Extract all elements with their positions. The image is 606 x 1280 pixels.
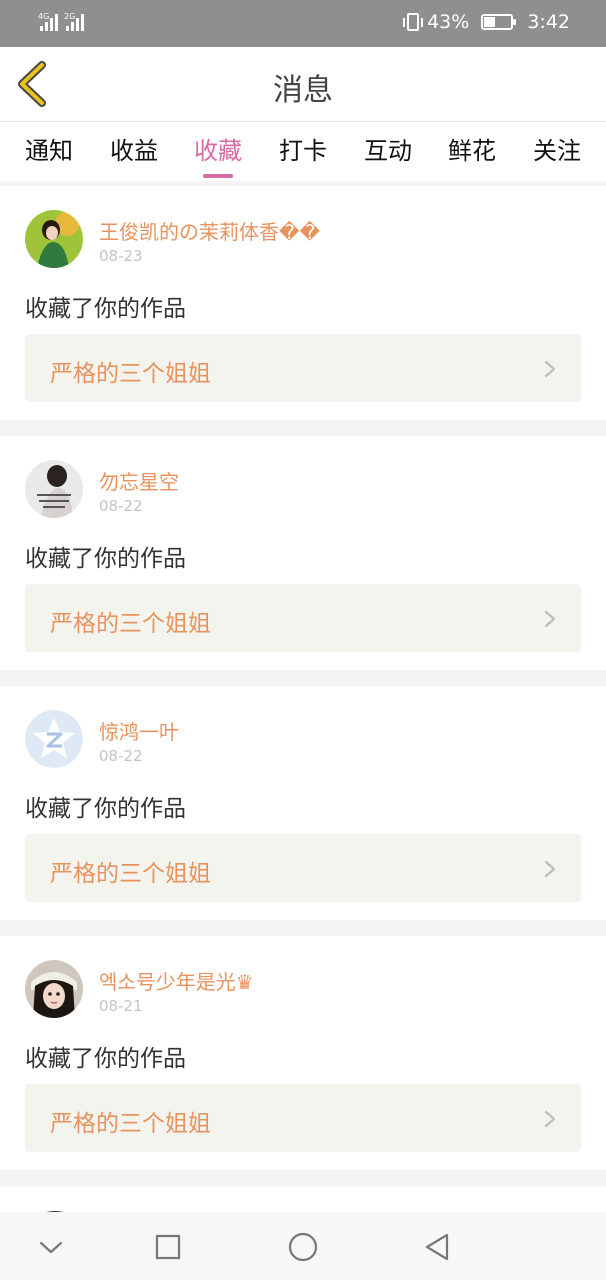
work-link[interactable]: 严格的三个姐姐	[25, 1084, 581, 1152]
work-title: 严格的三个姐姐	[50, 861, 211, 887]
user-name[interactable]: 王俊凯的の茉莉体香��	[99, 216, 320, 245]
network-type-label: 2G	[64, 12, 76, 21]
page-title: 消息	[273, 73, 333, 108]
tab-following[interactable]: 关注	[525, 131, 589, 166]
triangle-back-icon[interactable]	[420, 1230, 454, 1264]
chevron-right-icon	[544, 1110, 556, 1128]
signal-indicators: 4G 2G	[38, 12, 84, 31]
avatar[interactable]	[25, 960, 83, 1018]
signal-icon: 2G	[64, 12, 84, 31]
avatar[interactable]	[25, 460, 83, 518]
work-title: 严格的三个姐姐	[50, 361, 211, 387]
battery-percent: 43%	[427, 11, 470, 33]
system-nav-bar	[0, 1212, 606, 1280]
tab-earnings[interactable]: 收益	[102, 131, 166, 166]
message-card: 엑소号少年是光♛ 08-21 收藏了你的作品 严格的三个姐姐	[0, 936, 606, 1170]
message-action: 收藏了你的作品	[25, 546, 186, 572]
status-right: 43% 3:42	[403, 11, 570, 33]
message-date: 08-22	[99, 747, 143, 765]
avatar[interactable]	[25, 210, 83, 268]
work-link[interactable]: 严格的三个姐姐	[25, 584, 581, 652]
work-link[interactable]: 严格的三个姐姐	[25, 834, 581, 902]
network-type-label: 4G	[38, 12, 50, 21]
square-icon[interactable]	[151, 1230, 185, 1264]
message-action: 收藏了你的作品	[25, 1046, 186, 1072]
user-name[interactable]: 勿忘星空	[99, 466, 179, 495]
message-date: 08-21	[99, 997, 143, 1015]
message-action: 收藏了你的作品	[25, 296, 186, 322]
tab-checkin[interactable]: 打卡	[271, 131, 335, 166]
message-action: 收藏了你的作品	[25, 796, 186, 822]
signal-icon: 4G	[38, 12, 58, 31]
chevron-right-icon	[544, 360, 556, 378]
chevron-down-icon[interactable]	[34, 1230, 68, 1264]
tab-favorites[interactable]: 收藏	[186, 131, 250, 178]
avatar[interactable]	[25, 710, 83, 768]
chevron-right-icon	[544, 860, 556, 878]
header: 消息	[0, 47, 606, 121]
tab-bar: 通知 收益 收藏 打卡 互动 鲜花 关注	[0, 121, 606, 181]
message-card: 王俊凯的の茉莉体香�� 08-23 收藏了你的作品 严格的三个姐姐	[0, 186, 606, 420]
message-card: 勿忘星空 08-22 收藏了你的作品 严格的三个姐姐	[0, 436, 606, 670]
chevron-right-icon	[544, 610, 556, 628]
clock: 3:42	[527, 11, 570, 33]
user-name[interactable]: 惊鸿一叶	[99, 716, 179, 745]
status-bar: 4G 2G 43% 3:42	[0, 0, 606, 47]
vibrate-icon	[403, 13, 424, 31]
user-name[interactable]: 엑소号少年是光♛	[99, 966, 254, 995]
message-date: 08-23	[99, 247, 143, 265]
battery-icon	[481, 14, 517, 30]
tab-flowers[interactable]: 鲜花	[440, 131, 504, 166]
work-title: 严格的三个姐姐	[50, 1111, 211, 1137]
work-title: 严格的三个姐姐	[50, 611, 211, 637]
message-date: 08-22	[99, 497, 143, 515]
tab-notifications[interactable]: 通知	[17, 131, 81, 166]
circle-icon[interactable]	[286, 1230, 320, 1264]
work-link[interactable]: 严格的三个姐姐	[25, 334, 581, 402]
message-card: 惊鸿一叶 08-22 收藏了你的作品 严格的三个姐姐	[0, 686, 606, 920]
tab-interactions[interactable]: 互动	[356, 131, 420, 166]
